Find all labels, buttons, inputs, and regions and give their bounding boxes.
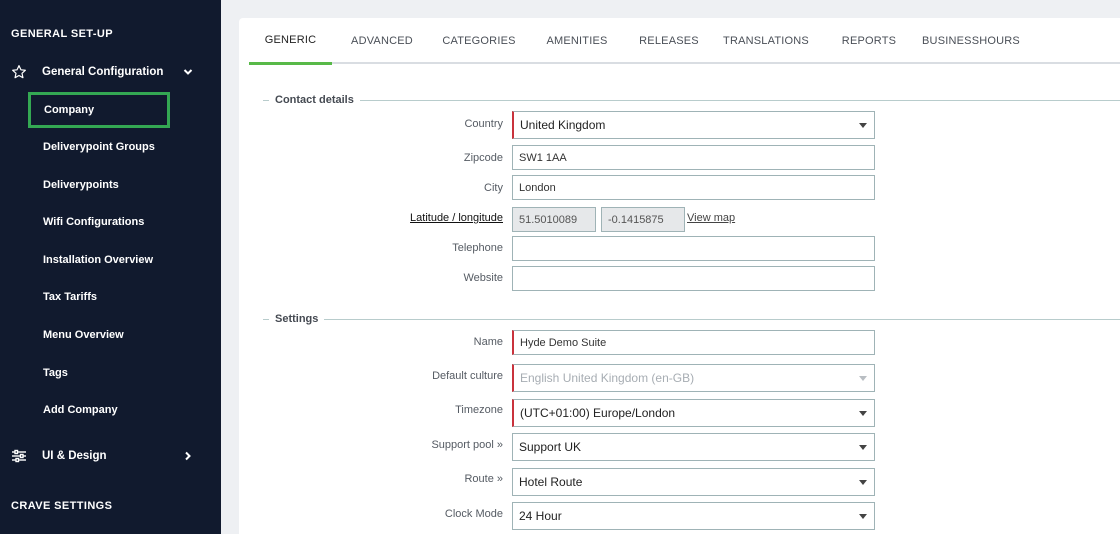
city-field[interactable]: London xyxy=(512,175,875,200)
tab-reports[interactable]: REPORTS xyxy=(834,18,904,64)
content-panel: GENERIC ADVANCED CATEGORIES AMENITIES RE… xyxy=(239,18,1120,534)
timezone-label: Timezone xyxy=(455,404,503,416)
website-field[interactable] xyxy=(512,266,875,291)
longitude-field: -0.1415875 xyxy=(601,207,685,232)
fieldset-divider xyxy=(263,100,1120,101)
name-label: Name xyxy=(473,336,503,348)
chevron-down-icon xyxy=(181,65,195,79)
zipcode-label: Zipcode xyxy=(463,152,503,164)
sidebar-item-tags[interactable]: Tags xyxy=(28,355,170,391)
latitude-field: 51.5010089 xyxy=(512,207,596,232)
route-label[interactable]: Route » xyxy=(464,473,503,485)
caret-down-icon xyxy=(859,376,867,381)
city-label: City xyxy=(484,182,503,194)
sidebar-item-wifi-configurations[interactable]: Wifi Configurations xyxy=(28,204,170,240)
sidebar-item-add-company[interactable]: Add Company xyxy=(28,392,170,428)
legend-settings: Settings xyxy=(269,313,325,325)
sidebar-item-menu-overview[interactable]: Menu Overview xyxy=(28,317,170,353)
timezone-select[interactable]: (UTC+01:00) Europe/London xyxy=(512,399,875,427)
clock-mode-label: Clock Mode xyxy=(444,508,503,520)
tab-categories[interactable]: CATEGORIES xyxy=(436,18,522,64)
tab-releases[interactable]: RELEASES xyxy=(632,18,706,64)
star-icon xyxy=(10,63,28,81)
view-map-link[interactable]: View map xyxy=(687,212,735,224)
telephone-label: Telephone xyxy=(452,242,503,254)
support-pool-label[interactable]: Support pool » xyxy=(431,439,503,451)
section-title-general-setup: GENERAL SET-UP xyxy=(11,28,113,40)
clock-mode-value: 24 Hour xyxy=(519,509,562,523)
caret-down-icon xyxy=(859,514,867,519)
caret-down-icon xyxy=(859,480,867,485)
sidebar: GENERAL SET-UP General Configuration Com… xyxy=(0,0,221,534)
support-pool-select[interactable]: Support UK xyxy=(512,433,875,461)
country-value: United Kingdom xyxy=(520,118,606,132)
latitude-longitude-link[interactable]: Latitude / longitude xyxy=(410,212,503,224)
sidebar-item-installation-overview[interactable]: Installation Overview xyxy=(28,242,170,278)
group-label: General Configuration xyxy=(42,66,164,78)
support-pool-value: Support UK xyxy=(519,440,582,454)
tab-generic[interactable]: GENERIC xyxy=(249,18,332,65)
caret-down-icon xyxy=(859,445,867,450)
telephone-field[interactable] xyxy=(512,236,875,261)
sidebar-item-deliverypoint-groups[interactable]: Deliverypoint Groups xyxy=(28,129,170,165)
tab-translations[interactable]: TRANSLATIONS xyxy=(721,18,811,64)
country-label: Country xyxy=(464,118,503,130)
route-value: Hotel Route xyxy=(519,475,583,489)
fieldset-divider xyxy=(263,319,1120,320)
caret-down-icon xyxy=(859,411,867,416)
tab-advanced[interactable]: ADVANCED xyxy=(342,18,422,64)
tab-businesshours[interactable]: BUSINESSHOURS xyxy=(921,18,1021,64)
tab-bar: GENERIC ADVANCED CATEGORIES AMENITIES RE… xyxy=(249,18,1120,65)
sidebar-item-tax-tariffs[interactable]: Tax Tariffs xyxy=(28,279,170,315)
clock-mode-select[interactable]: 24 Hour xyxy=(512,502,875,530)
section-title-crave-settings: CRAVE SETTINGS xyxy=(11,500,113,512)
sidebar-item-company[interactable]: Company xyxy=(28,92,170,128)
tab-amenities[interactable]: AMENITIES xyxy=(537,18,617,64)
chevron-right-icon xyxy=(181,449,195,463)
group-label: UI & Design xyxy=(42,450,107,462)
main-area: GENERIC ADVANCED CATEGORIES AMENITIES RE… xyxy=(221,0,1120,534)
legend-contact-details: Contact details xyxy=(269,94,360,106)
website-label: Website xyxy=(463,272,503,284)
timezone-value: (UTC+01:00) Europe/London xyxy=(520,406,676,420)
country-select[interactable]: United Kingdom xyxy=(512,111,875,139)
caret-down-icon xyxy=(859,123,867,128)
zipcode-field[interactable]: SW1 1AA xyxy=(512,145,875,170)
route-select[interactable]: Hotel Route xyxy=(512,468,875,496)
default-culture-label: Default culture xyxy=(432,370,503,382)
group-ui-design[interactable]: UI & Design xyxy=(0,443,221,469)
sliders-icon xyxy=(10,447,28,465)
default-culture-select: English United Kingdom (en-GB) xyxy=(512,364,875,392)
default-culture-value: English United Kingdom (en-GB) xyxy=(520,371,695,385)
sidebar-item-deliverypoints[interactable]: Deliverypoints xyxy=(28,167,170,203)
group-general-configuration[interactable]: General Configuration xyxy=(0,59,221,85)
name-field[interactable]: Hyde Demo Suite xyxy=(512,330,875,355)
